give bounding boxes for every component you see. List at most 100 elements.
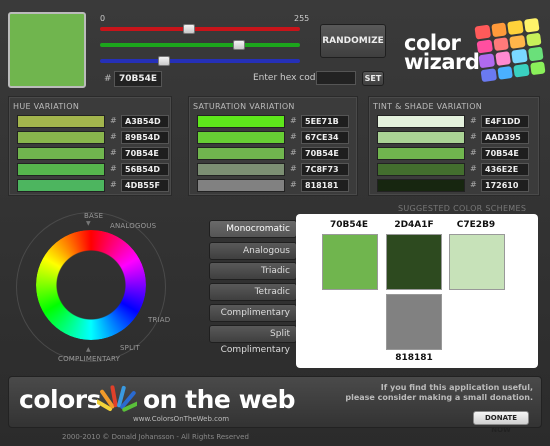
- hue-variation-panel: HUE VARIATION # A3B54D #89B54D #70B54E #5…: [8, 96, 172, 196]
- wheel-label-base: BASE: [84, 212, 104, 220]
- variation-row[interactable]: #56B54D: [17, 163, 177, 176]
- blue-slider[interactable]: [100, 56, 300, 66]
- hash-symbol: #: [290, 164, 297, 173]
- hash-symbol: #: [110, 132, 117, 141]
- donate-now-button[interactable]: DONATE NOW: [473, 411, 529, 434]
- variation-swatch[interactable]: [17, 147, 105, 160]
- hash-symbol: #: [290, 148, 297, 157]
- red-slider[interactable]: [100, 24, 300, 34]
- variation-swatch[interactable]: [377, 147, 465, 160]
- variation-row[interactable]: #70B54E: [197, 147, 357, 160]
- variation-row[interactable]: #7C8F73: [197, 163, 357, 176]
- variation-row[interactable]: #70B54E: [377, 147, 537, 160]
- rainbow-fan-icon: [97, 385, 137, 412]
- variation-row[interactable]: #67CE34: [197, 131, 357, 144]
- slider-max-label: 255: [294, 14, 310, 23]
- hash-symbol: #: [470, 180, 477, 189]
- variation-row[interactable]: #89B54D: [17, 131, 177, 144]
- variation-swatch[interactable]: [377, 163, 465, 176]
- variation-row[interactable]: #70B54E: [17, 147, 177, 160]
- scheme-hex-label: 818181: [395, 353, 433, 363]
- variation-hex: A3B54D: [121, 115, 169, 128]
- scheme-complimentary-button[interactable]: Complimentary: [209, 304, 297, 322]
- scheme-swatch[interactable]: [449, 234, 505, 290]
- scheme-hex-label: 70B54E: [329, 220, 369, 230]
- wheel-label-analogous: ANALOGOUS: [110, 222, 157, 230]
- variation-hex: 89B54D: [121, 131, 169, 144]
- scheme-swatch[interactable]: [386, 294, 442, 350]
- slider-min-label: 0: [100, 14, 106, 23]
- current-color-swatch: [8, 12, 86, 88]
- variation-hex: E4F1DD: [481, 115, 529, 128]
- hash-symbol: #: [470, 116, 477, 125]
- variation-row[interactable]: # E4F1DD: [377, 115, 537, 128]
- variation-hex: 436E2E: [481, 163, 529, 176]
- panel-title: SATURATION VARIATION: [193, 102, 295, 111]
- variation-row[interactable]: #436E2E: [377, 163, 537, 176]
- hash-symbol: #: [110, 180, 117, 189]
- scheme-monochromatic-button[interactable]: Monocromatic: [209, 220, 297, 238]
- scheme-analogous-button[interactable]: Analogous: [209, 242, 297, 260]
- hash-symbol: #: [110, 164, 117, 173]
- color-wheel-ring[interactable]: [36, 230, 146, 340]
- scheme-tetradic-button[interactable]: Tetradic: [209, 283, 297, 301]
- panel-title: TINT & SHADE VARIATION: [373, 102, 483, 111]
- scheme-hex-label: 2D4A1F: [394, 220, 434, 230]
- green-slider-thumb[interactable]: [233, 40, 246, 50]
- variation-swatch[interactable]: [197, 131, 285, 144]
- variation-row[interactable]: #172610: [377, 179, 537, 192]
- base-marker-icon: ▼: [86, 220, 91, 227]
- hash-symbol: #: [110, 148, 117, 157]
- variation-swatch[interactable]: [17, 131, 105, 144]
- hash-symbol: #: [290, 180, 297, 189]
- tint-shade-variation-panel: TINT & SHADE VARIATION # E4F1DD # AAD395 #…: [368, 96, 540, 196]
- scheme-swatch[interactable]: [322, 234, 378, 290]
- color-wizard-app: 0 255 # 70B54E RANDOMIZE Enter hex code:…: [0, 0, 550, 446]
- green-slider[interactable]: [100, 40, 300, 50]
- variation-hex: AAD395: [481, 131, 529, 144]
- variation-swatch[interactable]: [17, 115, 105, 128]
- variation-row[interactable]: #5EE71B: [197, 115, 357, 128]
- variation-hex: 67CE34: [301, 131, 349, 144]
- variation-row[interactable]: # A3B54D: [17, 115, 177, 128]
- palette-logo-icon: [474, 17, 546, 83]
- blue-slider-thumb[interactable]: [157, 56, 170, 66]
- variation-hex: 70B54E: [121, 147, 169, 160]
- hash-symbol: #: [110, 116, 117, 125]
- scheme-split-complimentary-button[interactable]: Split Complimentary: [209, 325, 297, 355]
- variation-swatch[interactable]: [197, 179, 285, 192]
- variation-row[interactable]: #818181: [197, 179, 357, 192]
- variation-swatch[interactable]: [17, 179, 105, 192]
- donate-message: If you find this application useful, ple…: [333, 383, 533, 403]
- hash-symbol: #: [470, 148, 477, 157]
- scheme-swatch[interactable]: [386, 234, 442, 290]
- variation-hex: 7C8F73: [301, 163, 349, 176]
- variation-swatch[interactable]: [377, 115, 465, 128]
- scheme-swatch-panel: 70B54E 2D4A1F C7E2B9 818181: [296, 214, 538, 368]
- set-button[interactable]: SET: [362, 71, 384, 86]
- variation-swatch[interactable]: [17, 163, 105, 176]
- variation-hex: 4DB55F: [121, 179, 169, 192]
- variation-row[interactable]: #4DB55F: [17, 179, 177, 192]
- scheme-hex-label: C7E2B9: [456, 220, 496, 230]
- variation-row[interactable]: # AAD395: [377, 131, 537, 144]
- variation-swatch[interactable]: [377, 179, 465, 192]
- variation-swatch[interactable]: [197, 163, 285, 176]
- wheel-label-complimentary: COMPLIMENTARY: [58, 355, 121, 363]
- variation-swatch[interactable]: [197, 147, 285, 160]
- hash-symbol: #: [290, 132, 297, 141]
- variation-swatch[interactable]: [197, 115, 285, 128]
- red-slider-thumb[interactable]: [182, 24, 195, 34]
- brand-url[interactable]: www.ColorsOnTheWeb.com: [133, 415, 229, 423]
- donate-message-line-2: please consider making a small donation.: [345, 393, 533, 402]
- wheel-label-split: SPLIT: [120, 344, 140, 352]
- panel-title: HUE VARIATION: [13, 102, 80, 111]
- scheme-triadic-button[interactable]: Triadic: [209, 262, 297, 280]
- color-wheel[interactable]: [36, 230, 146, 340]
- complement-marker-icon: ▲: [86, 346, 91, 353]
- variation-swatch[interactable]: [377, 131, 465, 144]
- randomize-button[interactable]: RANDOMIZE: [320, 24, 386, 58]
- hex-code-input[interactable]: [316, 71, 356, 85]
- saturation-variation-panel: SATURATION VARIATION #5EE71B #67CE34 #70…: [188, 96, 358, 196]
- footer-banner: colors on the web www.ColorsOnTheWeb.com…: [8, 376, 542, 434]
